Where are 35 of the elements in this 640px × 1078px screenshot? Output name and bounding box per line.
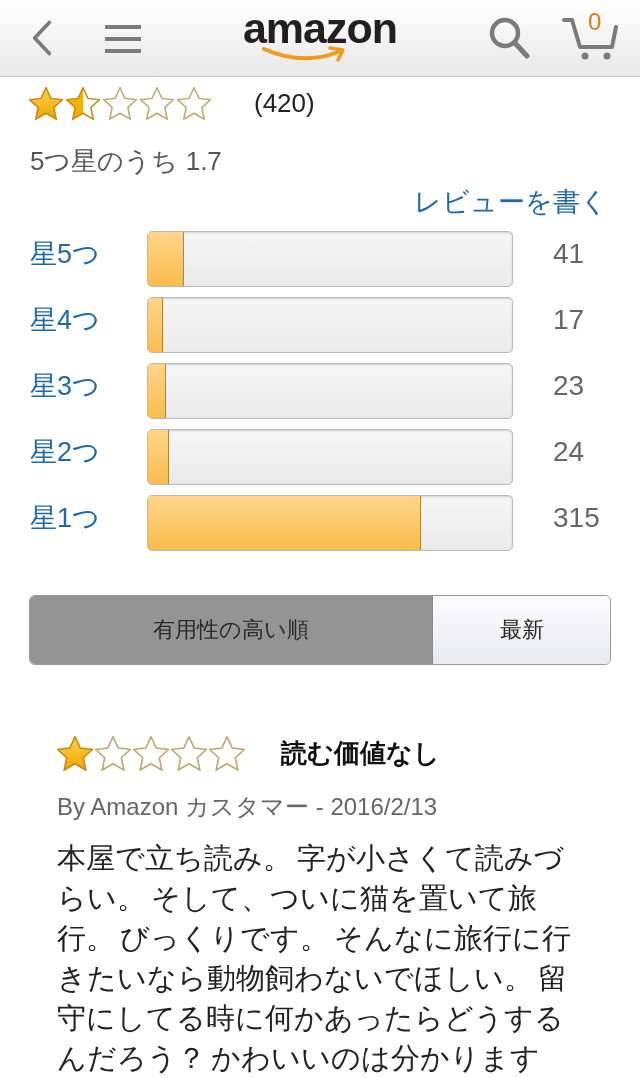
- rating-count: (420): [254, 87, 315, 120]
- sort-tab[interactable]: 有用性の高い順: [30, 596, 432, 664]
- star-filter-link[interactable]: 星4つ: [30, 302, 147, 338]
- star-filter-link[interactable]: 星1つ: [30, 500, 147, 536]
- empty-star-icon: [95, 735, 131, 771]
- star-filter-link[interactable]: 星3つ: [30, 368, 147, 404]
- empty-star-icon: [209, 735, 245, 771]
- empty-star-icon: [133, 735, 169, 771]
- filled-star-icon: [29, 86, 63, 120]
- back-icon[interactable]: [31, 19, 53, 57]
- smile-arrow-icon: [262, 46, 346, 62]
- rating-count-number: 41: [553, 237, 585, 271]
- review-title: 読む価値なし: [281, 737, 440, 770]
- star-filter-link[interactable]: 星2つ: [30, 434, 147, 470]
- half-filled-star-icon: [66, 86, 100, 120]
- empty-star-icon: [171, 735, 207, 771]
- filled-star-icon: [57, 735, 93, 771]
- review-text: 本屋で立ち読み。 字が小さくて読みづらい。 そして、ついに猫を置いて旅行。 びっくりです。 そんなに旅行に行きたいなら動物飼わないでほしい。 留守にしてる時に何かあったらどうするんだろう？ かわいいのは分かります: [57, 841, 573, 1076]
- logo-text[interactable]: amazon: [242, 8, 398, 48]
- cart-icon[interactable]: [562, 15, 618, 61]
- review-byline: By Amazon カスタマー - 2016/2/13: [57, 792, 438, 822]
- rating-count-number: 24: [553, 435, 585, 469]
- empty-star-icon: [177, 86, 211, 120]
- write-review-link[interactable]: レビューを書く: [414, 184, 608, 220]
- sort-tab[interactable]: 最新: [432, 596, 610, 664]
- star-filter-link[interactable]: 星5つ: [30, 236, 147, 272]
- rating-count-number: 23: [553, 369, 585, 403]
- search-icon[interactable]: [488, 16, 530, 60]
- empty-star-icon: [103, 86, 137, 120]
- cart-item-count: 0: [588, 8, 602, 36]
- rating-count-number: 17: [553, 303, 585, 337]
- menu-icon[interactable]: [105, 24, 141, 54]
- average-rating-text: 5つ星のうち 1.7: [30, 145, 222, 178]
- empty-star-icon: [140, 86, 174, 120]
- rating-count-number: 315: [553, 501, 600, 535]
